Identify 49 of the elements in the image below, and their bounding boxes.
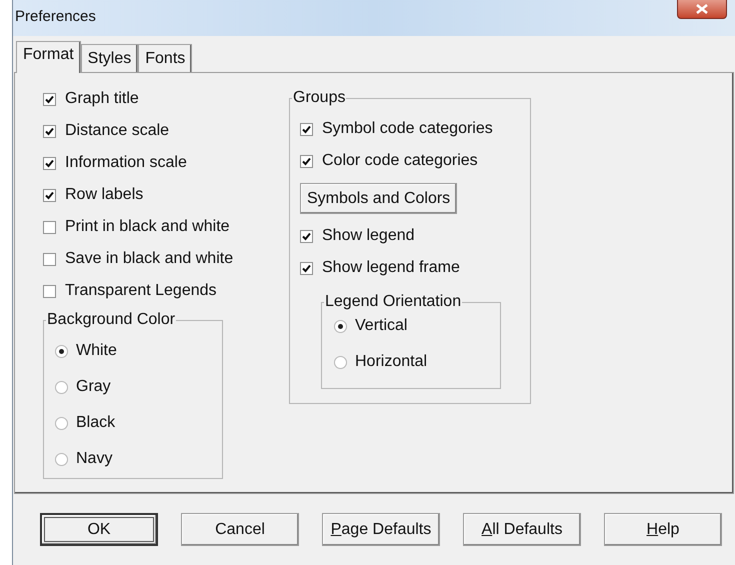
group-title: Legend Orientation [324,292,462,312]
radio-button[interactable] [334,320,347,332]
close-button[interactable] [677,0,727,19]
window-title: Preferences [15,6,96,27]
dialog-button[interactable]: Cancel [181,513,299,546]
radio-label: Vertical [355,316,408,336]
checkbox-label: Print in black and white [65,217,230,237]
radio-button[interactable] [55,344,68,358]
tab[interactable]: Fonts [138,44,192,72]
dialog-button[interactable]: OK [40,513,158,546]
checkbox-label: Transparent Legends [65,281,217,301]
tab[interactable]: Styles [80,44,138,72]
tab[interactable]: Format [16,41,81,73]
radio-button[interactable] [55,416,68,430]
checkbox[interactable] [300,154,313,168]
checkbox-label: Show legend [322,226,415,246]
radio-label: White [76,341,117,361]
checkbox-label: Distance scale [65,121,170,141]
checkbox[interactable] [43,220,56,234]
checkbox-label: Information scale [65,153,187,173]
checkbox-label: Save in black and white [65,249,234,269]
checkbox-label: Graph title [65,89,139,109]
radio-label: Horizontal [355,352,428,372]
symbols-colors-button[interactable]: Symbols and Colors [300,183,458,214]
checkbox[interactable] [43,156,56,170]
radio-button[interactable] [334,356,347,368]
checkbox-label: Symbol code categories [322,119,493,139]
checkbox-label: Row labels [65,185,144,205]
checkbox[interactable] [43,284,56,298]
radio-label: Navy [76,449,112,469]
checkbox[interactable] [300,262,313,274]
dialog-button[interactable]: Page Defaults [322,513,440,546]
group-title: Groups [292,88,346,108]
checkbox[interactable] [43,188,56,202]
radio-button[interactable] [55,380,68,394]
radio-label: Gray [76,377,111,397]
checkbox[interactable] [300,122,313,136]
checkbox-label: Show legend frame [322,258,460,278]
checkbox[interactable] [43,252,56,266]
close-icon [696,4,708,14]
checkbox[interactable] [43,92,56,106]
radio-button[interactable] [55,452,68,466]
radio-label: Black [76,413,116,433]
group-title: Background Color [46,310,176,330]
checkbox[interactable] [43,124,56,138]
checkbox-label: Color code categories [322,151,478,171]
dialog-button[interactable]: All Defaults [463,513,581,546]
dialog-button[interactable]: Help [604,513,722,546]
checkbox[interactable] [300,230,313,242]
